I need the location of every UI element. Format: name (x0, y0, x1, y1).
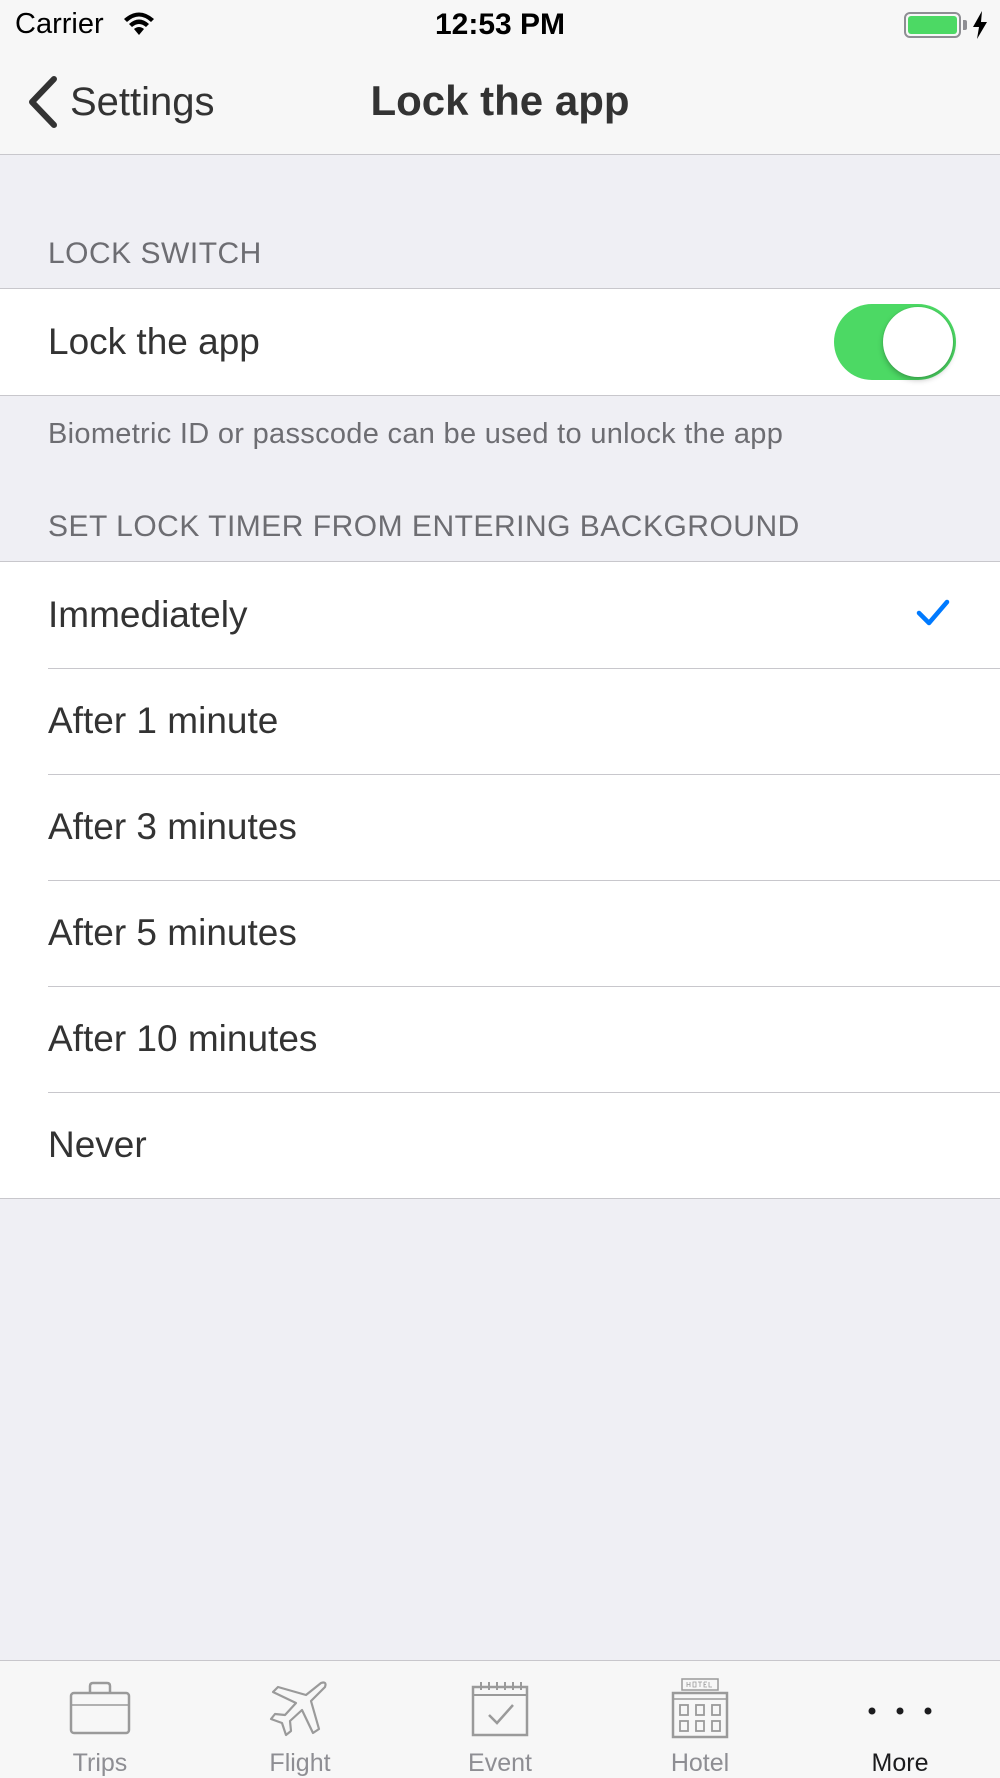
suitcase-icon (69, 1681, 131, 1735)
tab-event[interactable]: Event (400, 1661, 600, 1778)
timer-option-3-minutes[interactable]: After 3 minutes (0, 774, 1000, 880)
tab-more[interactable]: More (800, 1661, 1000, 1778)
tab-label: Hotel (670, 1749, 730, 1777)
tab-label: Event (468, 1749, 532, 1777)
timer-option-10-minutes[interactable]: After 10 minutes (0, 986, 1000, 1092)
timer-option-label: After 1 minute (48, 700, 279, 741)
timer-option-5-minutes[interactable]: After 5 minutes (0, 880, 1000, 986)
tab-label: Flight (269, 1749, 331, 1777)
battery-cap (963, 20, 967, 30)
status-bar: Carrier 12:53 PM (0, 0, 1000, 50)
more-dots-icon (868, 1707, 932, 1715)
battery-icon (904, 12, 961, 38)
timer-option-label: After 10 minutes (48, 1018, 318, 1059)
calendar-check-icon (471, 1682, 529, 1737)
page-title: Lock the app (370, 77, 630, 124)
lock-app-toggle[interactable] (834, 304, 956, 380)
tab-hotel[interactable]: Hotel (600, 1661, 800, 1778)
timer-option-label: After 5 minutes (48, 912, 297, 953)
charging-bolt-icon (973, 11, 987, 39)
timer-option-label: Immediately (48, 594, 248, 635)
timer-option-label: Never (48, 1124, 147, 1165)
tab-flight[interactable]: Flight (200, 1661, 400, 1778)
lock-timer-section-header: SET LOCK TIMER FROM ENTERING BACKGROUND (48, 510, 800, 543)
timer-option-immediately[interactable]: Immediately (0, 562, 1000, 668)
status-time: 12:53 PM (434, 8, 566, 41)
timer-option-never[interactable]: Never (0, 1092, 1000, 1198)
tab-bar: Trips Flight Event Hotel More (0, 1660, 1000, 1778)
screen: Carrier 12:53 PM Settings Lock the app L… (0, 0, 1000, 1778)
lock-app-row: Lock the app (0, 289, 1000, 395)
lock-switch-footer: Biometric ID or passcode can be used to … (48, 418, 784, 450)
lock-app-label: Lock the app (48, 321, 260, 362)
checkmark-icon (916, 599, 950, 626)
toggle-knob (883, 307, 953, 377)
hotel-icon (671, 1678, 729, 1739)
navigation-bar: Settings Lock the app (0, 50, 1000, 155)
lock-switch-section-header: LOCK SWITCH (48, 237, 262, 270)
tab-label: More (871, 1749, 929, 1777)
tab-label: Trips (72, 1749, 128, 1777)
timer-option-label: After 3 minutes (48, 806, 297, 847)
lock-switch-group: Lock the app (0, 288, 1000, 396)
timer-option-1-minute[interactable]: After 1 minute (0, 668, 1000, 774)
lock-timer-group: Immediately After 1 minute After 3 minut… (0, 561, 1000, 1199)
airplane-icon (269, 1681, 327, 1737)
tab-trips[interactable]: Trips (0, 1661, 200, 1778)
